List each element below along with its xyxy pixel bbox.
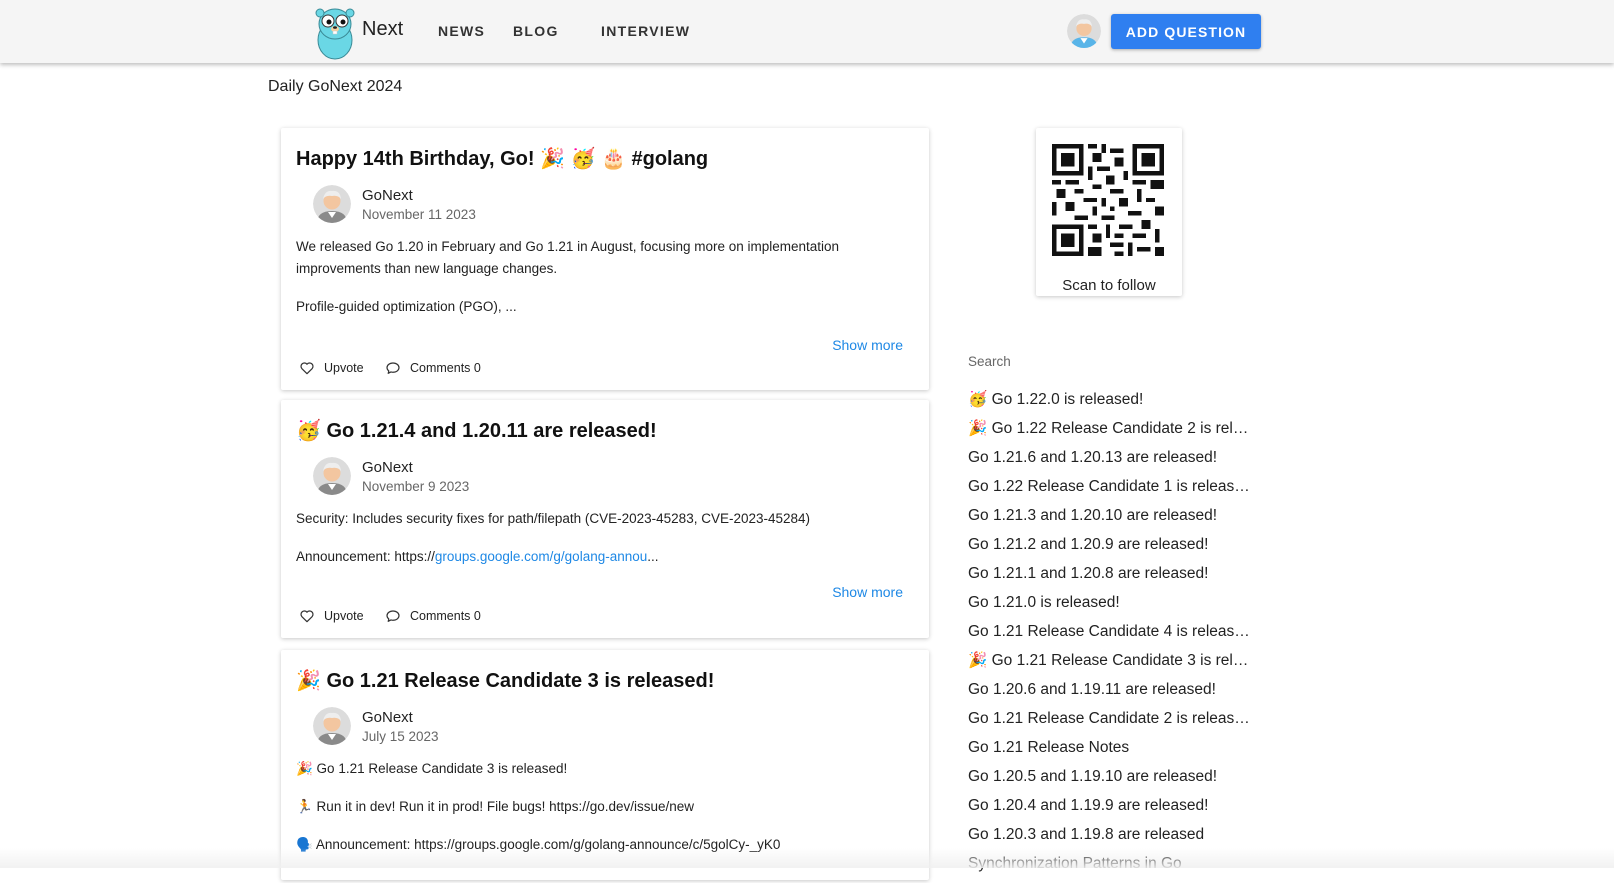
gopher-logo-icon[interactable] bbox=[314, 6, 356, 60]
qr-code-icon bbox=[1052, 144, 1164, 256]
post-card: 🎉 Go 1.21 Release Candidate 3 is release… bbox=[281, 650, 929, 880]
heart-icon bbox=[300, 610, 314, 623]
post-paragraph: 🎉 Go 1.21 Release Candidate 3 is release… bbox=[296, 761, 568, 776]
search-result-item[interactable]: Go 1.21 Release Notes bbox=[968, 738, 1250, 767]
search-result-item[interactable]: 🎉 Go 1.21 Release Candidate 3 is rel… bbox=[968, 651, 1250, 680]
search-result-item[interactable]: Go 1.20.4 and 1.19.9 are released! bbox=[968, 796, 1250, 825]
post-card: Happy 14th Birthday, Go! 🎉 🥳 🎂 #golang G… bbox=[281, 128, 929, 390]
nav-blog[interactable]: BLOG bbox=[513, 23, 559, 39]
announcement-prefix: Announcement: https:// bbox=[296, 549, 435, 564]
comments-button[interactable]: Comments 0 bbox=[385, 608, 481, 624]
upvote-label: Upvote bbox=[324, 609, 364, 623]
app-bar: Next NEWS BLOG INTERVIEW ADD QUESTION bbox=[0, 0, 1614, 63]
search-result-item[interactable]: Go 1.21 Release Candidate 4 is releas… bbox=[968, 622, 1250, 651]
post-date: November 9 2023 bbox=[362, 479, 470, 494]
search-results-list: 🥳 Go 1.22.0 is released! 🎉 Go 1.22 Relea… bbox=[968, 390, 1250, 883]
search-result-item[interactable]: Go 1.20.5 and 1.19.10 are released! bbox=[968, 767, 1250, 796]
add-question-button[interactable]: ADD QUESTION bbox=[1111, 14, 1261, 49]
author-name[interactable]: GoNext bbox=[362, 459, 413, 476]
post-date: November 11 2023 bbox=[362, 207, 476, 222]
show-more-link[interactable]: Show more bbox=[832, 584, 903, 600]
upvote-label: Upvote bbox=[324, 361, 364, 375]
post-title[interactable]: 🎉 Go 1.21 Release Candidate 3 is release… bbox=[296, 668, 714, 693]
upvote-button[interactable]: Upvote bbox=[299, 608, 364, 624]
search-label: Search bbox=[968, 354, 1011, 369]
qr-caption: Scan to follow bbox=[1062, 277, 1156, 294]
author-name[interactable]: GoNext bbox=[362, 709, 413, 726]
search-result-item[interactable]: Go 1.21.1 and 1.20.8 are released! bbox=[968, 564, 1250, 593]
author-avatar-icon[interactable] bbox=[313, 457, 351, 495]
brand-name[interactable]: Next bbox=[362, 18, 403, 41]
search-result-item[interactable]: Go 1.20.6 and 1.19.11 are released! bbox=[968, 680, 1250, 709]
qr-follow-card: Scan to follow bbox=[1036, 128, 1182, 296]
comment-icon bbox=[386, 362, 400, 374]
post-card: 🥳 Go 1.21.4 and 1.20.11 are released! Go… bbox=[281, 400, 929, 638]
comments-label: Comments 0 bbox=[410, 609, 481, 623]
search-result-item[interactable]: Go 1.21.3 and 1.20.10 are released! bbox=[968, 506, 1250, 535]
nav-news[interactable]: NEWS bbox=[438, 23, 485, 39]
comment-icon bbox=[386, 610, 400, 622]
post-paragraph: Profile-guided optimization (PGO), ... bbox=[296, 299, 517, 314]
announcement-suffix: ... bbox=[647, 549, 659, 564]
heart-icon bbox=[300, 362, 314, 375]
author-avatar-icon[interactable] bbox=[313, 707, 351, 745]
user-avatar-icon[interactable] bbox=[1067, 14, 1101, 48]
search-result-item[interactable]: Go 1.21 Release Candidate 2 is releas… bbox=[968, 709, 1250, 738]
page-title: Daily GoNext 2024 bbox=[268, 78, 403, 95]
search-result-item[interactable]: Go 1.21.6 and 1.20.13 are released! bbox=[968, 448, 1250, 477]
search-result-item[interactable]: Go 1.22 Release Candidate 1 is releas… bbox=[968, 477, 1250, 506]
post-paragraph: We released Go 1.20 in February and Go 1… bbox=[296, 239, 840, 276]
announcement-link[interactable]: groups.google.com/g/golang-annou bbox=[435, 549, 647, 564]
search-result-item[interactable]: Go 1.21.0 is released! bbox=[968, 593, 1250, 622]
search-result-item[interactable]: 🎉 Go 1.22 Release Candidate 2 is rel… bbox=[968, 419, 1250, 448]
author-avatar-icon[interactable] bbox=[313, 185, 351, 223]
post-title[interactable]: Happy 14th Birthday, Go! 🎉 🥳 🎂 #golang bbox=[296, 146, 708, 171]
search-result-item[interactable]: 🥳 Go 1.22.0 is released! bbox=[968, 390, 1250, 419]
bottom-scroll-shadow bbox=[0, 848, 1614, 868]
comments-label: Comments 0 bbox=[410, 361, 481, 375]
post-title[interactable]: 🥳 Go 1.21.4 and 1.20.11 are released! bbox=[296, 418, 657, 443]
author-name[interactable]: GoNext bbox=[362, 187, 413, 204]
upvote-button[interactable]: Upvote bbox=[299, 360, 364, 376]
post-paragraph: Security: Includes security fixes for pa… bbox=[296, 511, 811, 526]
announcement-paragraph: Announcement: https://groups.google.com/… bbox=[296, 546, 896, 568]
nav-interview[interactable]: INTERVIEW bbox=[601, 23, 690, 39]
post-paragraph: 🏃 Run it in dev! Run it in prod! File bu… bbox=[296, 799, 695, 814]
post-date: July 15 2023 bbox=[362, 729, 439, 744]
comments-button[interactable]: Comments 0 bbox=[385, 360, 481, 376]
show-more-link[interactable]: Show more bbox=[832, 337, 903, 353]
search-result-item[interactable]: Go 1.21.2 and 1.20.9 are released! bbox=[968, 535, 1250, 564]
